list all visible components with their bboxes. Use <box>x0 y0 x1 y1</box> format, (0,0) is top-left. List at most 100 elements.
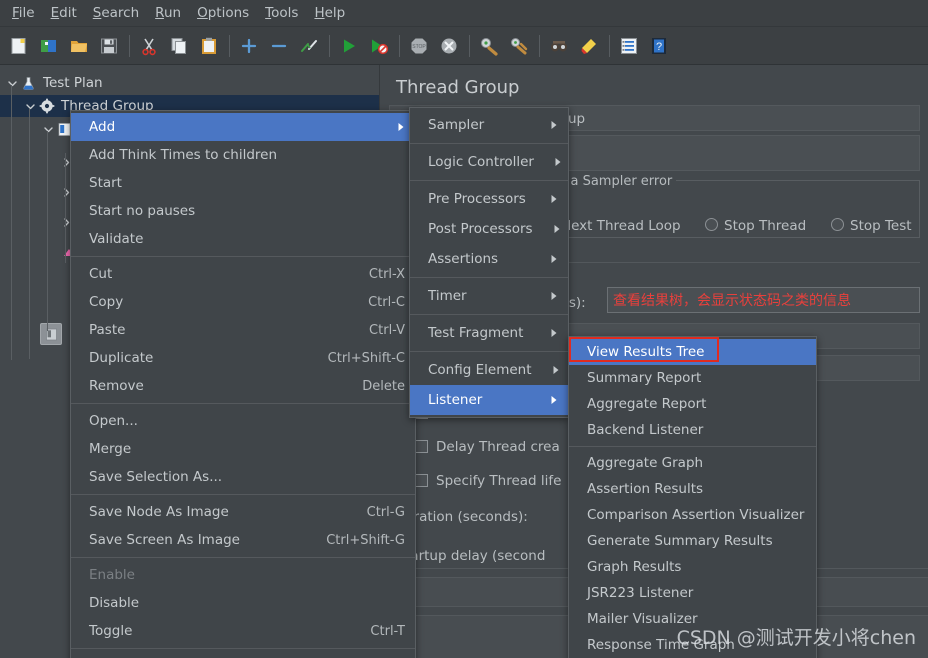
start-icon[interactable] <box>336 33 362 59</box>
context-menu-item-add-think-times-to-children[interactable]: Add Think Times to children <box>71 141 415 169</box>
context-menu-item-disable[interactable]: Disable <box>71 589 415 617</box>
menubar-item-tools[interactable]: Tools <box>257 2 306 25</box>
stop-icon[interactable]: STOP <box>406 33 432 59</box>
search-reset-icon[interactable] <box>576 33 602 59</box>
toolbar-separator <box>609 34 610 57</box>
save-icon[interactable] <box>96 33 122 59</box>
listener-submenu-item-aggregate-graph[interactable]: Aggregate Graph <box>569 450 816 476</box>
context-menu-item-save-node-as-image[interactable]: Save Node As Image Ctrl-G <box>71 498 415 526</box>
tree-guide-line <box>47 131 48 331</box>
chevron-down-icon[interactable] <box>4 75 20 91</box>
templates-icon[interactable] <box>36 33 62 59</box>
listener-submenu-item-generate-summary-results[interactable]: Generate Summary Results <box>569 528 816 554</box>
context-menu-item-cut[interactable]: Cut Ctrl-X <box>71 260 415 288</box>
context-menu-item-start[interactable]: Start <box>71 169 415 197</box>
context-menu-item-toggle[interactable]: Toggle Ctrl-T <box>71 617 415 645</box>
context-menu-item-enable[interactable]: Enable <box>71 561 415 589</box>
add-submenu-item-timer[interactable]: Timer <box>410 281 568 311</box>
expand-icon[interactable] <box>236 33 262 59</box>
specify-lifetime-checkbox[interactable] <box>415 474 428 487</box>
help-icon[interactable]: ? <box>646 33 672 59</box>
listener-submenu[interactable]: View Results Tree Summary Report Aggregate… <box>568 336 817 658</box>
chevron-down-icon[interactable] <box>22 98 38 114</box>
shutdown-icon[interactable] <box>436 33 462 59</box>
submenu-arrow-icon <box>530 395 558 405</box>
listener-submenu-item-assertion-results[interactable]: Assertion Results <box>569 476 816 502</box>
menubar-item-search[interactable]: Search <box>85 2 147 25</box>
listener-submenu-item-aggregate-report[interactable]: Aggregate Report <box>569 391 816 417</box>
toggle-icon[interactable] <box>296 33 322 59</box>
thread-group-icon <box>38 98 55 115</box>
context-menu-item-remove[interactable]: Remove Delete <box>71 372 415 400</box>
menubar-item-help[interactable]: Help <box>306 2 353 25</box>
start-no-pauses-icon[interactable] <box>366 33 392 59</box>
clear-icon[interactable] <box>476 33 502 59</box>
radio-label-stop-thread: Stop Thread <box>724 218 807 234</box>
menu-separator <box>71 494 415 495</box>
context-menu-item-save-screen-as-image[interactable]: Save Screen As Image Ctrl+Shift-G <box>71 526 415 554</box>
menubar-item-file[interactable]: File <box>4 2 43 25</box>
function-helper-icon[interactable] <box>616 33 642 59</box>
paste-icon[interactable] <box>196 33 222 59</box>
add-submenu-item-sampler[interactable]: Sampler <box>410 110 568 140</box>
add-submenu-item-post-processors[interactable]: Post Processors <box>410 214 568 244</box>
menu-item-label: Generate Summary Results <box>587 533 773 549</box>
listener-submenu-item-graph-results[interactable]: Graph Results <box>569 554 816 580</box>
add-submenu-item-test-fragment[interactable]: Test Fragment <box>410 318 568 348</box>
listener-submenu-item-backend-listener[interactable]: Backend Listener <box>569 417 816 443</box>
add-submenu-item-config-element[interactable]: Config Element <box>410 355 568 385</box>
search-icon[interactable] <box>546 33 572 59</box>
listener-submenu-item-summary-report[interactable]: Summary Report <box>569 365 816 391</box>
comments-input[interactable]: 查看结果树，会显示状态码之类的信息 <box>607 287 920 313</box>
context-menu-item-merge[interactable]: Merge <box>71 435 415 463</box>
menu-item-label: Start <box>89 175 122 191</box>
open-icon[interactable] <box>66 33 92 59</box>
menubar-item-options[interactable]: Options <box>189 2 257 25</box>
menu-separator <box>410 314 568 315</box>
context-menu[interactable]: Add Add Think Times to children Start Start… <box>70 110 416 658</box>
add-submenu-item-pre-processors[interactable]: Pre Processors <box>410 184 568 214</box>
listener-submenu-item-view-results-tree[interactable]: View Results Tree <box>569 339 816 365</box>
menu-separator <box>71 403 415 404</box>
context-menu-item-add[interactable]: Add <box>71 113 415 141</box>
listener-submenu-item-jsr223-listener[interactable]: JSR223 Listener <box>569 580 816 606</box>
context-menu-item-copy[interactable]: Copy Ctrl-C <box>71 288 415 316</box>
new-icon[interactable] <box>6 33 32 59</box>
menu-item-shortcut: Ctrl-V <box>369 322 405 338</box>
watermark: CSDN @测试开发小将chen <box>676 627 916 649</box>
radio-stop-test[interactable] <box>831 218 844 231</box>
menu-item-label: Add <box>89 119 116 135</box>
add-submenu-item-listener[interactable]: Listener <box>410 385 568 415</box>
context-menu-item-duplicate[interactable]: Duplicate Ctrl+Shift-C <box>71 344 415 372</box>
context-menu-item-help[interactable]: Help <box>71 652 415 658</box>
tree-node-test-plan[interactable]: Test Plan <box>0 72 379 94</box>
context-menu-item-paste[interactable]: Paste Ctrl-V <box>71 316 415 344</box>
menu-item-label: Copy <box>89 294 124 310</box>
delay-thread-checkbox[interactable] <box>415 440 428 453</box>
copy-icon[interactable] <box>166 33 192 59</box>
menu-separator <box>71 256 415 257</box>
menu-separator <box>410 143 568 144</box>
add-submenu-item-logic-controller[interactable]: Logic Controller <box>410 147 568 177</box>
context-menu-item-validate[interactable]: Validate <box>71 225 415 253</box>
menu-item-shortcut: Ctrl-C <box>368 294 405 310</box>
clear-all-icon[interactable] <box>506 33 532 59</box>
menubar-item-run[interactable]: Run <box>147 2 189 25</box>
menubar-item-edit[interactable]: Edit <box>43 2 85 25</box>
add-submenu-item-assertions[interactable]: Assertions <box>410 244 568 274</box>
menu-item-label: Remove <box>89 378 144 394</box>
submenu-arrow-icon <box>530 328 558 338</box>
listener-submenu-item-comparison-assertion-visualizer[interactable]: Comparison Assertion Visualizer <box>569 502 816 528</box>
add-submenu[interactable]: Sampler Logic Controller Pre Processors Pos… <box>409 107 569 418</box>
submenu-arrow-icon <box>530 291 558 301</box>
radio-stop-thread[interactable] <box>705 218 718 231</box>
menu-item-label: Listener <box>428 392 483 408</box>
context-menu-item-start-no-pauses[interactable]: Start no pauses <box>71 197 415 225</box>
test-plan-icon <box>20 75 37 92</box>
chevron-down-icon[interactable] <box>40 121 56 137</box>
menu-item-label: Test Fragment <box>428 325 524 341</box>
context-menu-item-save-selection-as[interactable]: Save Selection As... <box>71 463 415 491</box>
context-menu-item-open[interactable]: Open... <box>71 407 415 435</box>
collapse-icon[interactable] <box>266 33 292 59</box>
cut-icon[interactable] <box>136 33 162 59</box>
